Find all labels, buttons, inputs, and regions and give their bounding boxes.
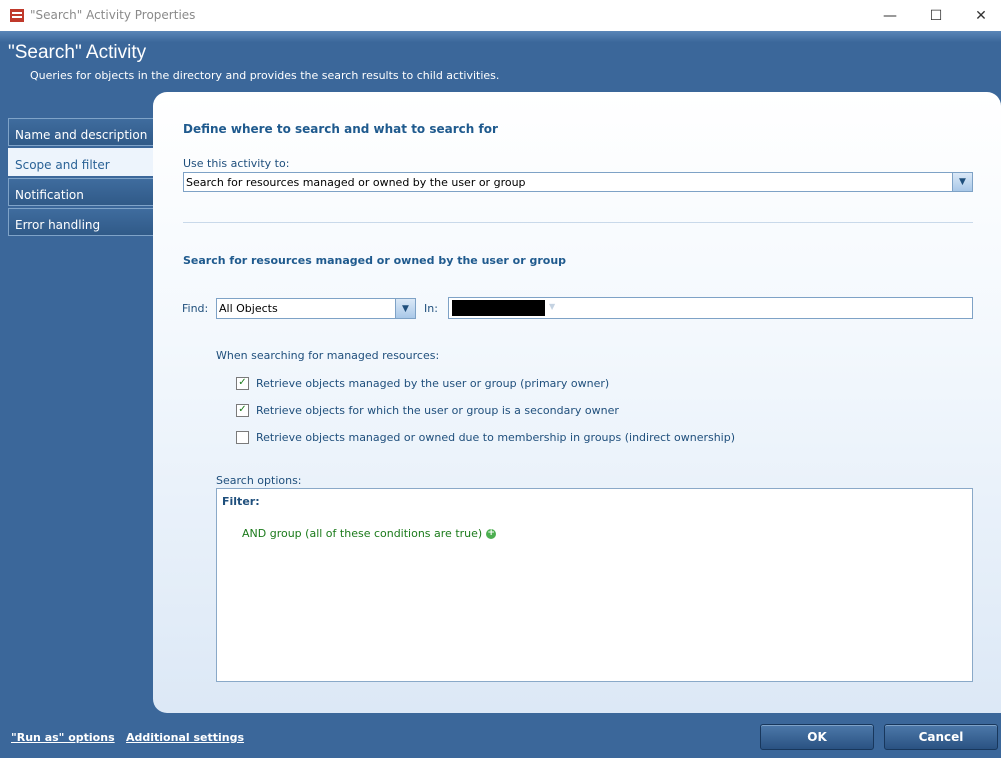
checkbox-label: Retrieve objects managed by the user or … xyxy=(256,376,610,390)
find-label: Find: xyxy=(182,302,209,315)
redacted-container-name xyxy=(452,300,545,316)
panel-heading: Define where to search and what to searc… xyxy=(183,122,498,136)
scope-filter-panel: Define where to search and what to searc… xyxy=(153,92,1001,713)
use-activity-label: Use this activity to: xyxy=(183,157,290,170)
nav-item-notification[interactable]: Notification xyxy=(8,178,158,206)
property-nav: Name and description Scope and filter No… xyxy=(8,118,158,238)
checkbox-indirect-ownership[interactable]: Retrieve objects managed or owned due to… xyxy=(236,430,735,444)
and-group-condition[interactable]: AND group (all of these conditions are t… xyxy=(242,527,497,540)
activity-description: Queries for objects in the directory and… xyxy=(30,69,500,82)
in-container-field[interactable]: ▼ xyxy=(448,297,973,319)
search-options-box[interactable]: Filter: AND group (all of these conditio… xyxy=(216,488,973,682)
chevron-down-icon[interactable]: ▼ xyxy=(549,302,555,311)
section-heading: Search for resources managed or owned by… xyxy=(183,254,567,267)
run-as-options-link[interactable]: "Run as" options xyxy=(11,731,115,744)
chevron-down-icon[interactable]: ▼ xyxy=(395,299,415,318)
activity-header: "Search" Activity Queries for objects in… xyxy=(0,31,1001,93)
ok-button[interactable]: OK xyxy=(760,724,874,750)
nav-item-scope-and-filter[interactable]: Scope and filter xyxy=(8,148,158,176)
checkbox-checked[interactable]: ✓ xyxy=(236,376,249,390)
managed-resources-label: When searching for managed resources: xyxy=(216,349,440,362)
nav-item-error-handling[interactable]: Error handling xyxy=(8,208,158,236)
and-group-label[interactable]: AND group (all of these conditions are t… xyxy=(242,527,482,540)
search-options-label: Search options: xyxy=(216,474,302,487)
find-dropdown[interactable]: All Objects ▼ xyxy=(216,298,416,319)
find-value: All Objects xyxy=(219,302,278,315)
checkbox-label: Retrieve objects managed or owned due to… xyxy=(256,430,736,444)
in-label: In: xyxy=(424,302,438,315)
use-activity-value: Search for resources managed or owned by… xyxy=(186,176,526,189)
app-icon xyxy=(10,9,24,22)
checkbox-label: Retrieve objects for which the user or g… xyxy=(256,403,619,417)
add-condition-icon[interactable]: + xyxy=(486,528,497,539)
chevron-down-icon[interactable]: ▼ xyxy=(952,173,972,191)
cancel-button[interactable]: Cancel xyxy=(884,724,998,750)
maximize-icon[interactable]: ☐ xyxy=(913,0,959,31)
window-title-bar: "Search" Activity Properties — ☐ ✕ xyxy=(0,0,1001,32)
minimize-icon[interactable]: — xyxy=(867,0,913,31)
checkbox-primary-owner[interactable]: ✓ Retrieve objects managed by the user o… xyxy=(236,376,609,390)
filter-label: Filter: xyxy=(222,495,260,508)
close-icon[interactable]: ✕ xyxy=(958,0,1001,31)
window-title: "Search" Activity Properties xyxy=(30,8,196,22)
checkbox-unchecked[interactable] xyxy=(236,430,249,444)
checkbox-secondary-owner[interactable]: ✓ Retrieve objects for which the user or… xyxy=(236,403,619,417)
checkbox-checked[interactable]: ✓ xyxy=(236,403,249,417)
section-divider xyxy=(183,222,973,223)
use-activity-dropdown[interactable]: Search for resources managed or owned by… xyxy=(183,172,973,192)
activity-title: "Search" Activity xyxy=(8,42,147,63)
nav-item-name-and-description[interactable]: Name and description xyxy=(8,118,158,146)
additional-settings-link[interactable]: Additional settings xyxy=(126,731,244,744)
